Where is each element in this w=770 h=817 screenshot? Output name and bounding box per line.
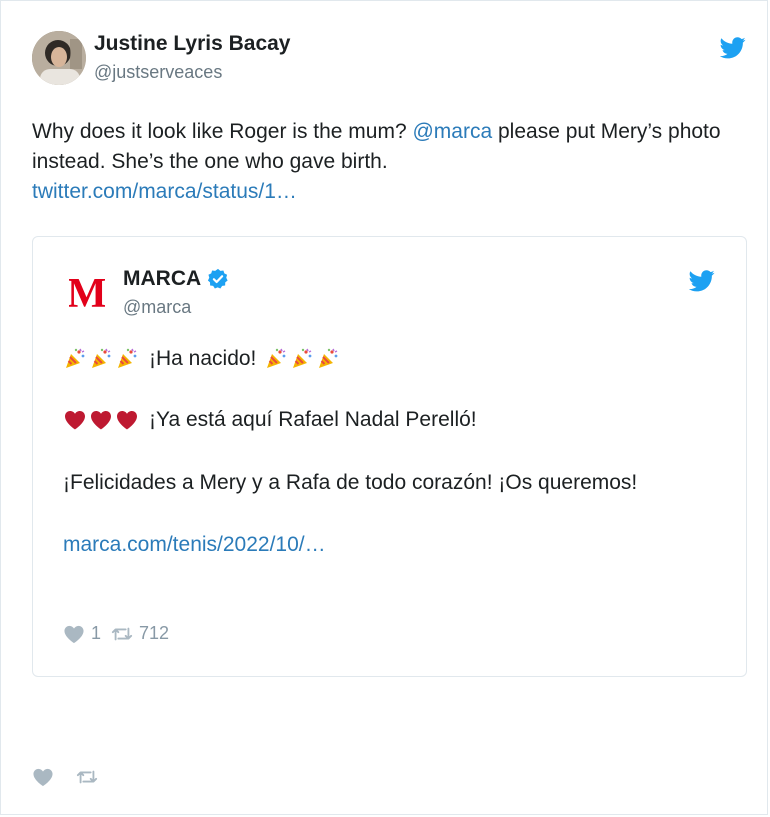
party-popper-icon [115, 347, 139, 371]
quoted-author[interactable]: MARCA [123, 267, 229, 291]
article-link[interactable]: marca.com/tenis/2022/10/… [63, 533, 326, 557]
party-popper-icon [63, 347, 87, 371]
red-heart-icon [89, 408, 113, 432]
tweet-card[interactable]: Justine Lyris Bacay @justserveaces Why d… [0, 0, 768, 815]
author-name[interactable]: Justine Lyris Bacay [94, 32, 291, 56]
quoted-author-handle[interactable]: @marca [123, 297, 191, 318]
born-text: ¡Ha nacido! [149, 347, 257, 370]
quoted-author-name[interactable]: MARCA [123, 267, 201, 291]
party-popper-icon [264, 347, 288, 371]
red-heart-icon [115, 408, 139, 432]
quoted-link-line: marca.com/tenis/2022/10/… [63, 533, 326, 557]
twitter-bird-icon[interactable] [720, 37, 746, 59]
quoted-line-born: ¡Ha nacido! [63, 347, 342, 371]
red-heart-icon [63, 408, 87, 432]
party-popper-icon [89, 347, 113, 371]
author-avatar[interactable] [32, 31, 86, 85]
quoted-tweet[interactable]: M MARCA @marca ¡Ha nacido! ¡Ya está aquí… [32, 236, 747, 677]
twitter-bird-icon[interactable] [689, 270, 715, 292]
tweet-actions [32, 767, 98, 787]
tweet-text-part: Why does it look like Roger is the mum? [32, 120, 413, 143]
retweet-icon[interactable] [76, 767, 98, 787]
heart-icon[interactable] [32, 767, 54, 787]
marca-logo[interactable]: M [69, 273, 105, 313]
quoted-line-name: ¡Ya está aquí Rafael Nadal Perelló! [63, 408, 477, 432]
congrats-text: ¡Felicidades a Mery y a Rafa de todo cor… [63, 471, 638, 494]
party-popper-icon [290, 347, 314, 371]
mention-link[interactable]: @marca [412, 120, 492, 143]
marca-logo-letter: M [69, 273, 105, 313]
status-link[interactable]: twitter.com/marca/status/1… [32, 180, 297, 203]
retweet-icon[interactable] [111, 624, 133, 644]
quoted-actions: 1 712 [63, 623, 179, 644]
author-handle[interactable]: @justserveaces [94, 62, 222, 83]
retweet-count: 712 [139, 623, 170, 643]
like-count: 1 [91, 623, 102, 643]
tweet-text: Why does it look like Roger is the mum? … [32, 117, 752, 207]
verified-badge-icon [207, 268, 229, 290]
party-popper-icon [316, 347, 340, 371]
heart-icon[interactable] [63, 624, 85, 644]
announcement-text: ¡Ya está aquí Rafael Nadal Perelló! [149, 408, 477, 431]
